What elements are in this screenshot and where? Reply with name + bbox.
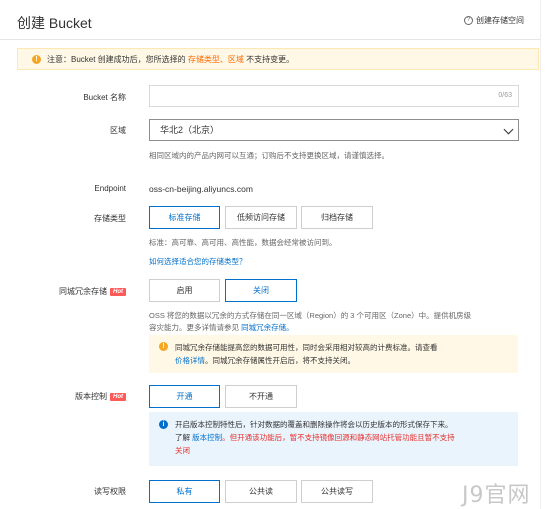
zrs-desc-line2: 容灾能力。更多详情请参见 同城冗余存储。 xyxy=(149,323,294,332)
storage-class-standard[interactable]: 标准存储 xyxy=(149,206,220,229)
zrs-enable-button[interactable]: 启用 xyxy=(149,279,220,302)
page-title: 创建 Bucket xyxy=(17,15,92,31)
help-label: 创建存储空间 xyxy=(476,16,524,25)
acl-public-read-write-button[interactable]: 公共读写 xyxy=(301,480,373,503)
region-select[interactable]: 华北2（北京） xyxy=(149,119,519,141)
zrs-doc-link[interactable]: 同城冗余存储。 xyxy=(241,323,294,332)
notice-text: 注意：Bucket 创建成功后，您所选择的 存储类型、区域 不支持变更。 xyxy=(47,54,295,64)
zrs-disable-button[interactable]: 关闭 xyxy=(225,279,297,302)
versioning-info-tip: i 开启版本控制特性后，针对数据的覆盖和删除操作将会以历史版本的形式保存下来。 … xyxy=(149,412,518,466)
versioning-label: 版本控制 Hot xyxy=(75,391,126,402)
versioning-doc-link[interactable]: 版本控制 xyxy=(192,433,222,442)
info-icon: i xyxy=(159,420,168,429)
storage-class-label: 存储类型 xyxy=(94,214,126,223)
notice-highlight: 存储类型、区域 xyxy=(187,54,244,64)
scroll-area-edge xyxy=(540,0,558,509)
hot-badge: Hot xyxy=(110,392,126,401)
bucket-name-label: Bucket 名称 xyxy=(83,93,126,102)
versioning-disable-button[interactable]: 不开通 xyxy=(225,385,297,408)
storage-class-hint: 标准：高可靠、高可用、高性能，数据会经常被访问到。 xyxy=(149,238,337,247)
bucket-name-input[interactable]: 0/63 xyxy=(149,85,519,107)
help-icon: ? xyxy=(464,16,473,25)
storage-class-archive[interactable]: 归档存储 xyxy=(301,206,373,229)
zrs-warning-tip: ! 同城冗余存储能提高您的数据可用性，同时会采用相对较高的计费标准。请查看 价格… xyxy=(149,335,518,373)
hot-badge: Hot xyxy=(110,287,126,296)
region-label: 区域 xyxy=(110,126,126,135)
region-selected: 华北2（北京） xyxy=(160,125,220,135)
acl-private-button[interactable]: 私有 xyxy=(149,480,220,503)
page-header: 创建 Bucket ? 创建存储空间 xyxy=(0,0,540,40)
endpoint-value: oss-cn-beijing.aliyuncs.com xyxy=(149,184,253,194)
zrs-label: 同城冗余存储 Hot xyxy=(59,286,126,297)
acl-label: 读写权限 xyxy=(94,487,126,496)
acl-public-read-button[interactable]: 公共读 xyxy=(225,480,297,503)
warning-icon: ! xyxy=(32,54,41,64)
watermark: J9官网 xyxy=(462,483,531,508)
storage-class-ia[interactable]: 低频访问存储 xyxy=(225,206,297,229)
pricing-link[interactable]: 价格详情 xyxy=(175,356,205,365)
endpoint-label: Endpoint xyxy=(94,184,126,193)
storage-class-help-link[interactable]: 如何选择适合您的存储类型？ xyxy=(149,256,247,267)
versioning-enable-button[interactable]: 开通 xyxy=(149,385,220,408)
notice-banner: ! 注意：Bucket 创建成功后，您所选择的 存储类型、区域 不支持变更。 xyxy=(17,48,539,70)
zrs-desc-line1: OSS 将您的数据以冗余的方式存储在同一区域（Region）的 3 个可用区（Z… xyxy=(149,311,472,320)
warning-icon: ! xyxy=(159,342,168,351)
help-link[interactable]: ? 创建存储空间 xyxy=(464,15,524,26)
chevron-down-icon xyxy=(503,124,514,135)
bucket-name-counter: 0/63 xyxy=(498,92,512,99)
region-hint: 相同区域内的产品内网可以互通；订购后不支持更换区域，请谨慎选择。 xyxy=(149,151,389,160)
